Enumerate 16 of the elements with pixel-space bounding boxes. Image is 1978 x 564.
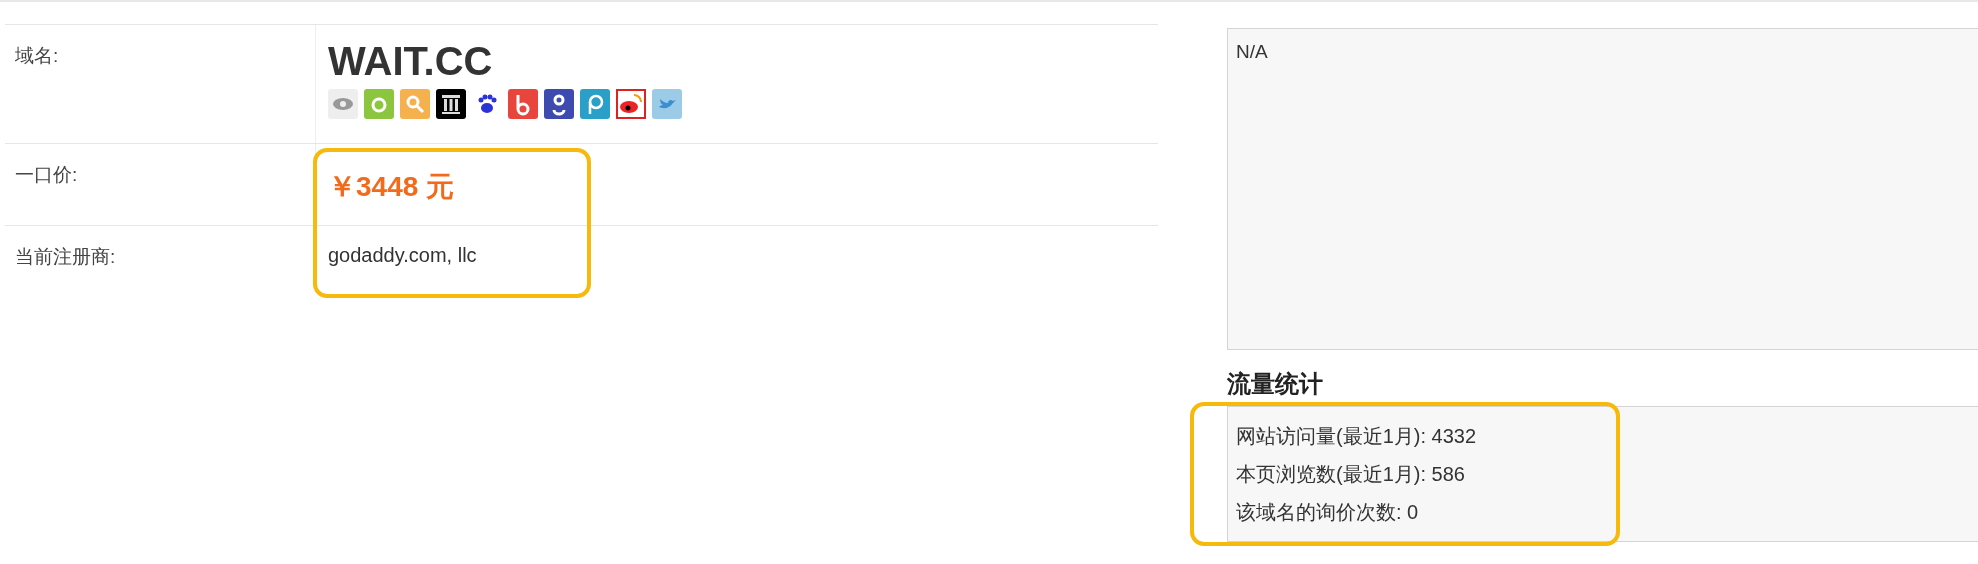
eye-icon[interactable]: [328, 89, 358, 119]
archive-icon[interactable]: [436, 89, 466, 119]
eye-shape-icon[interactable]: [616, 89, 646, 119]
field-label: 域名:: [5, 25, 316, 143]
stat-line: 网站访问量(最近1月): 4332: [1236, 424, 1478, 449]
description-box: N/A: [1227, 28, 1978, 350]
loop-icon[interactable]: [508, 89, 538, 119]
field-label: 当前注册商:: [5, 226, 316, 290]
stat-line: 本页浏览数(最近1月): 586: [1236, 462, 1466, 487]
stat-line: 该域名的询价次数: 0: [1236, 500, 1420, 525]
section-heading: 流量统计: [1227, 369, 1324, 399]
price: ￥3448 元: [328, 170, 456, 204]
registrar: godaddy.com, llc: [328, 244, 478, 267]
domain-name: WAIT.CC: [328, 39, 494, 83]
bird-icon[interactable]: [652, 89, 682, 119]
field-label: 一口价:: [5, 144, 316, 225]
